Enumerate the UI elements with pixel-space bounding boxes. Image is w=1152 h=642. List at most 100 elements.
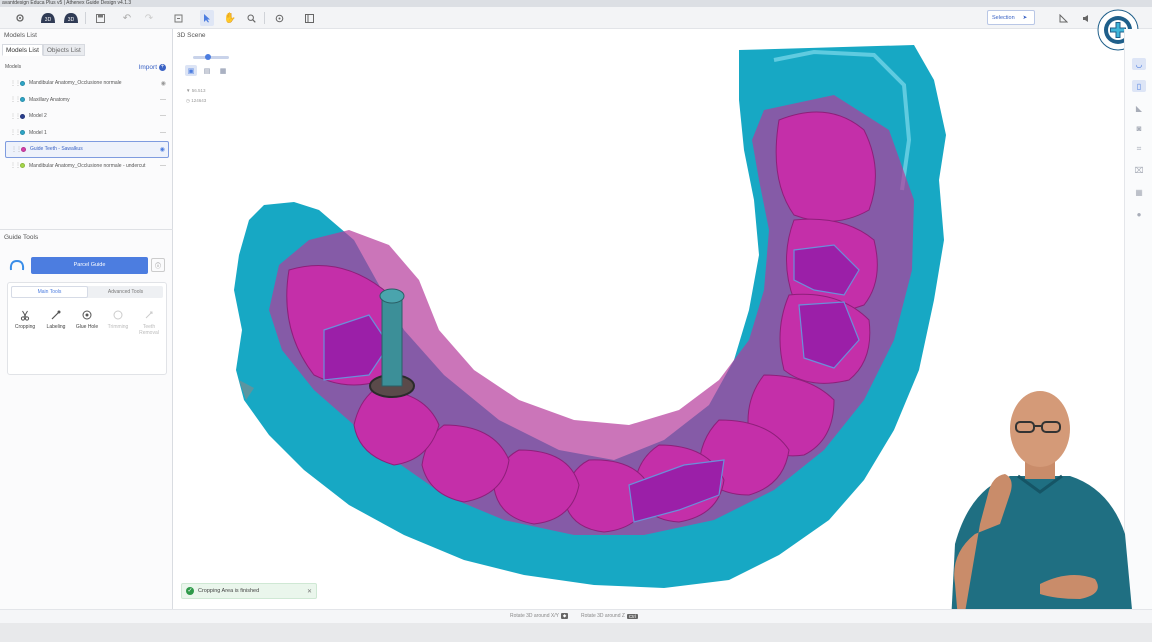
model-row-selected[interactable]: ⋮⋮ Guide Teeth - Sawalkus ◉: [5, 141, 169, 158]
grid-view-icon[interactable]: ▦: [217, 65, 229, 76]
model-color-dot[interactable]: [20, 97, 25, 103]
layout-panel-icon[interactable]: [303, 10, 315, 26]
measure-ruler-icon[interactable]: [1057, 10, 1069, 26]
solid-view-icon[interactable]: ▣: [185, 65, 197, 76]
pan-hand-icon[interactable]: ✋: [224, 10, 236, 26]
zoom-icon[interactable]: [245, 10, 257, 26]
info-icon[interactable]: ⓘ: [151, 258, 165, 272]
plus-icon: +: [159, 64, 166, 71]
tool-cropping[interactable]: Cropping: [10, 308, 40, 336]
drag-handle-icon[interactable]: ⋮⋮: [10, 129, 21, 136]
models-header-label: Models: [5, 64, 22, 70]
tools-box: Main Tools Advanced Tools Cropping Label…: [7, 282, 167, 375]
window-title: avantdesign Educa Plus v5 | Athenex Guid…: [2, 0, 132, 6]
svg-text:3D: 3D: [68, 17, 75, 23]
hint-text: Rotate 3D around Z: [581, 613, 625, 619]
model-list: ⋮⋮ Mandibular Anatomy_Occlusione normale…: [5, 75, 169, 174]
close-icon[interactable]: ✕: [307, 588, 312, 595]
model-color-dot[interactable]: [20, 80, 25, 86]
undo-icon[interactable]: ↶: [121, 10, 133, 26]
opacity-slider[interactable]: [193, 54, 229, 60]
crop-icon[interactable]: ⌧: [1132, 164, 1146, 176]
model-row[interactable]: ⋮⋮ Mandibular Anatomy_Occlusione normale…: [5, 75, 169, 92]
select-cursor-icon[interactable]: [200, 10, 214, 26]
slider-knob[interactable]: [205, 54, 211, 60]
tooth: [775, 111, 876, 222]
tab-main-tools[interactable]: Main Tools: [11, 286, 88, 298]
model-name: Mandibular Anatomy_Occlusione normale - …: [29, 162, 146, 169]
hidden-eye-icon[interactable]: —: [160, 130, 166, 136]
model-color-dot[interactable]: [21, 146, 26, 152]
measure-icon[interactable]: ⌗: [1132, 143, 1146, 155]
tab-objects-list[interactable]: Objects List: [42, 44, 85, 56]
teeth-removal-icon: [144, 308, 154, 322]
hidden-eye-icon[interactable]: —: [160, 97, 166, 103]
toolbar-divider: [264, 12, 265, 24]
settings-icon[interactable]: [13, 10, 27, 26]
tool-teeth-removal[interactable]: Teeth Removal: [134, 308, 164, 336]
hint-text: Rotate 3D around X/Y: [510, 613, 559, 619]
hidden-eye-icon[interactable]: —: [160, 113, 166, 119]
model-row[interactable]: ⋮⋮ Mandibular Anatomy_Occlusione normale…: [5, 158, 169, 175]
hint-rotate-z: Rotate 3D around Z Ctrl: [581, 613, 638, 619]
filter-icon: ▼: [186, 88, 191, 93]
model-color-dot[interactable]: [20, 113, 25, 119]
bottom-hint-bar: Rotate 3D around X/Y ◆ Rotate 3D around …: [0, 609, 1152, 623]
main-toolbar: 3D 3D ↶ ↷ ✋ Selection ➤: [0, 7, 1152, 29]
speaker-icon[interactable]: [1081, 10, 1093, 26]
tooth-icon[interactable]: ◙: [1132, 122, 1146, 134]
model-row[interactable]: ⋮⋮ Model 2 —: [5, 108, 169, 125]
arch-view-icon[interactable]: ◡: [1132, 58, 1146, 70]
sleeve-view-icon[interactable]: ▯: [1132, 80, 1146, 92]
import-button[interactable]: Import +: [139, 64, 166, 71]
selection-label: Selection: [992, 14, 1015, 21]
clock-icon: ◷: [186, 98, 190, 103]
side-view-icon[interactable]: ◣: [1132, 102, 1146, 114]
drag-handle-icon[interactable]: ⋮⋮: [10, 80, 21, 87]
tab-models-list[interactable]: Models List: [2, 44, 43, 56]
presenter-video-overlay: [950, 391, 1135, 642]
visibility-eye-icon[interactable]: ◉: [160, 146, 165, 153]
window-footer: [0, 623, 1152, 642]
selection-mode-button[interactable]: Selection ➤: [987, 10, 1035, 25]
hint-rotate-xy: Rotate 3D around X/Y ◆: [510, 613, 569, 619]
guide-row: Parcel Guide ⓘ: [8, 255, 166, 275]
models-tabs: Models List Objects List: [2, 44, 85, 56]
window-title-bar: avantdesign Educa Plus v5 | Athenex Guid…: [0, 0, 1152, 7]
lower-jaw-view-icon[interactable]: 3D: [62, 10, 80, 26]
drag-handle-icon[interactable]: ⋮⋮: [10, 96, 21, 103]
sphere-icon[interactable]: ●: [1132, 208, 1146, 220]
drag-handle-icon[interactable]: ⋮⋮: [10, 162, 21, 169]
model-row[interactable]: ⋮⋮ Maxillary Anatomy —: [5, 92, 169, 109]
tool-labeling[interactable]: Labeling: [41, 308, 71, 336]
save-icon[interactable]: [93, 10, 107, 26]
visibility-eye-icon[interactable]: ◉: [161, 80, 166, 87]
tool-label: Trimming: [107, 324, 129, 330]
send-icon: ➤: [1022, 14, 1028, 21]
drag-handle-icon[interactable]: ⋮⋮: [10, 113, 21, 120]
model-name: Mandibular Anatomy_Occlusione normale: [29, 80, 122, 87]
model-color-dot[interactable]: [20, 163, 25, 169]
trimming-icon: [113, 308, 123, 322]
tool-label: Labeling: [46, 324, 66, 330]
tool-label: Glue Hole: [75, 324, 99, 330]
dental-arch-icon: [8, 256, 26, 274]
model-row[interactable]: ⋮⋮ Model 1 —: [5, 125, 169, 142]
upper-jaw-view-icon[interactable]: 3D: [39, 10, 57, 26]
grid-icon[interactable]: ▦: [1132, 186, 1146, 198]
model-color-dot[interactable]: [20, 130, 25, 136]
hidden-eye-icon[interactable]: —: [160, 163, 166, 169]
tool-glue-hole[interactable]: Glue Hole: [72, 308, 102, 336]
parcel-guide-button[interactable]: Parcel Guide: [31, 256, 148, 274]
stat-2: 124643: [191, 98, 207, 103]
wireframe-view-icon[interactable]: ▤: [201, 65, 213, 76]
panel-divider: [0, 229, 173, 230]
presenter-head: [1010, 391, 1070, 467]
tab-advanced-tools[interactable]: Advanced Tools: [88, 286, 163, 298]
hint-key: ◆: [560, 613, 569, 619]
transform-icon[interactable]: [172, 10, 184, 26]
drag-handle-icon[interactable]: ⋮⋮: [11, 146, 22, 153]
tool-trimming[interactable]: Trimming: [103, 308, 133, 336]
redo-icon[interactable]: ↷: [143, 10, 155, 26]
reset-view-icon[interactable]: [273, 10, 285, 26]
